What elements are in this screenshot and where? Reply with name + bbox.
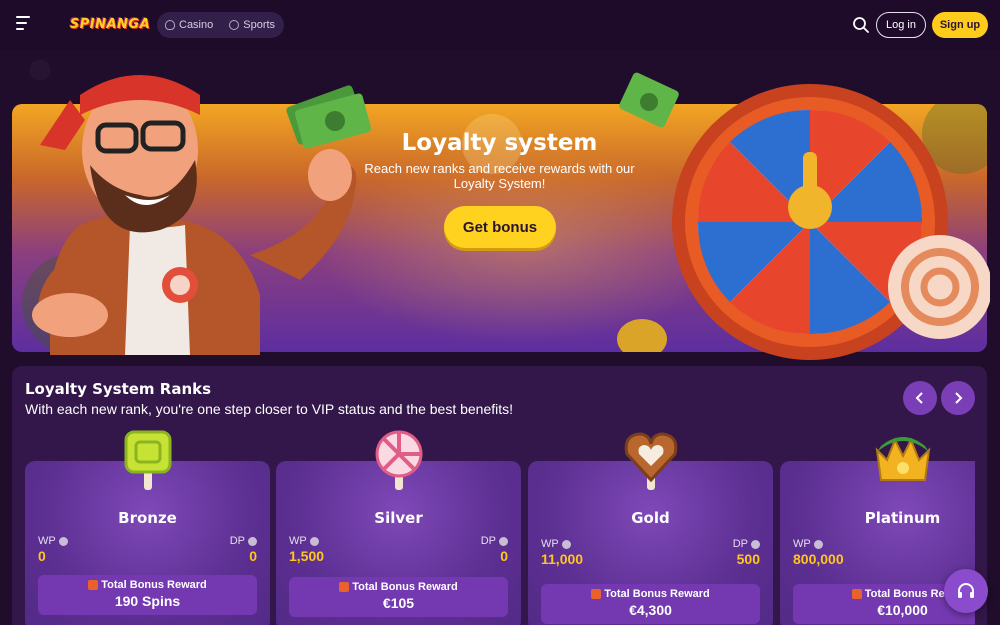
info-icon[interactable] xyxy=(561,539,571,549)
rank-name: Bronze xyxy=(118,509,177,527)
reward-value: €4,300 xyxy=(629,602,672,618)
info-icon[interactable] xyxy=(813,539,823,549)
signup-button[interactable]: Sign up xyxy=(932,12,988,38)
wp-label: WP xyxy=(541,538,571,550)
chevron-right-icon xyxy=(955,392,963,404)
rank-name: Silver xyxy=(374,509,423,527)
nav-item-sports[interactable]: Sports xyxy=(229,19,275,31)
fire-icon xyxy=(165,20,175,30)
rank-cards-carousel: Bronze WP DP 0 0 Total Bonus Reward 190 … xyxy=(25,430,975,625)
pink-lollipop-icon xyxy=(375,430,422,490)
search-icon[interactable] xyxy=(852,16,870,34)
reward-value: 190 Spins xyxy=(114,593,181,609)
nav-item-label: Sports xyxy=(243,19,276,31)
reward-value: €105 xyxy=(382,595,415,611)
nav-item-label: Casino xyxy=(179,19,214,31)
site-logo[interactable]: SPINANGA xyxy=(70,13,150,35)
dp-label: DP xyxy=(733,538,760,550)
menu-icon[interactable] xyxy=(16,16,36,34)
gift-icon xyxy=(851,589,862,599)
reward-box: Total Bonus Reward €105 xyxy=(289,577,508,617)
dp-value: 0 xyxy=(249,548,257,564)
carousel-next-button[interactable] xyxy=(941,381,975,415)
gift-icon xyxy=(591,589,602,599)
info-icon[interactable] xyxy=(248,536,257,546)
headset-icon xyxy=(958,583,974,598)
top-header: SPINANGA Casino Sports Log in Sign up xyxy=(0,0,1000,50)
wp-label: WP xyxy=(38,535,68,547)
wp-value: 0 xyxy=(38,548,46,564)
info-icon[interactable] xyxy=(58,536,68,546)
get-bonus-button[interactable]: Get bonus xyxy=(444,206,556,248)
dp-label: DP xyxy=(230,535,257,547)
wp-value: 11,000 xyxy=(541,551,584,567)
wp-value: 800,000 xyxy=(793,551,844,567)
reward-box: Total Bonus Reward 190 Spins xyxy=(38,575,257,615)
green-lollipop-icon xyxy=(124,430,171,490)
chevron-left-icon xyxy=(915,392,923,404)
rank-name: Gold xyxy=(631,509,670,527)
ranks-subtitle: With each new rank, you're one step clos… xyxy=(25,401,514,417)
info-icon[interactable] xyxy=(751,539,760,549)
main-nav: Casino Sports xyxy=(157,12,284,38)
gift-icon xyxy=(88,580,99,590)
dp-value: 500 xyxy=(736,551,760,567)
dp-label: DP xyxy=(481,535,508,547)
dp-value: 0 xyxy=(500,548,508,564)
carousel-prev-button[interactable] xyxy=(903,381,937,415)
rank-name: Platinum xyxy=(864,509,941,527)
wp-label: WP xyxy=(793,538,823,550)
ranks-title: Loyalty System Ranks xyxy=(25,380,212,398)
rank-card-silver[interactable]: Silver WP DP 1,500 0 Total Bonus Reward … xyxy=(276,430,521,625)
support-chat-button[interactable] xyxy=(944,569,988,613)
rank-card-gold[interactable]: Gold WP DP 11,000 500 Total Bonus Reward… xyxy=(528,432,773,625)
nav-item-casino[interactable]: Casino xyxy=(165,19,213,31)
fortune-wheel-illustration xyxy=(672,84,990,360)
reward-box: Total Bonus Reward €4,300 xyxy=(541,584,760,624)
banner-title: Loyalty system xyxy=(401,130,598,156)
heart-cookie-icon xyxy=(624,432,677,490)
rank-card-bronze[interactable]: Bronze WP DP 0 0 Total Bonus Reward 190 … xyxy=(25,430,270,625)
login-button[interactable]: Log in xyxy=(876,12,926,38)
info-icon[interactable] xyxy=(309,536,319,546)
wp-label: WP xyxy=(289,535,319,547)
wp-value: 1,500 xyxy=(289,548,325,564)
crown-icon xyxy=(875,437,930,481)
banner-subtitle: Reach new ranks and receive rewards with… xyxy=(364,161,635,191)
ball-icon xyxy=(229,20,240,30)
gift-icon xyxy=(339,582,350,592)
info-icon[interactable] xyxy=(499,536,508,546)
